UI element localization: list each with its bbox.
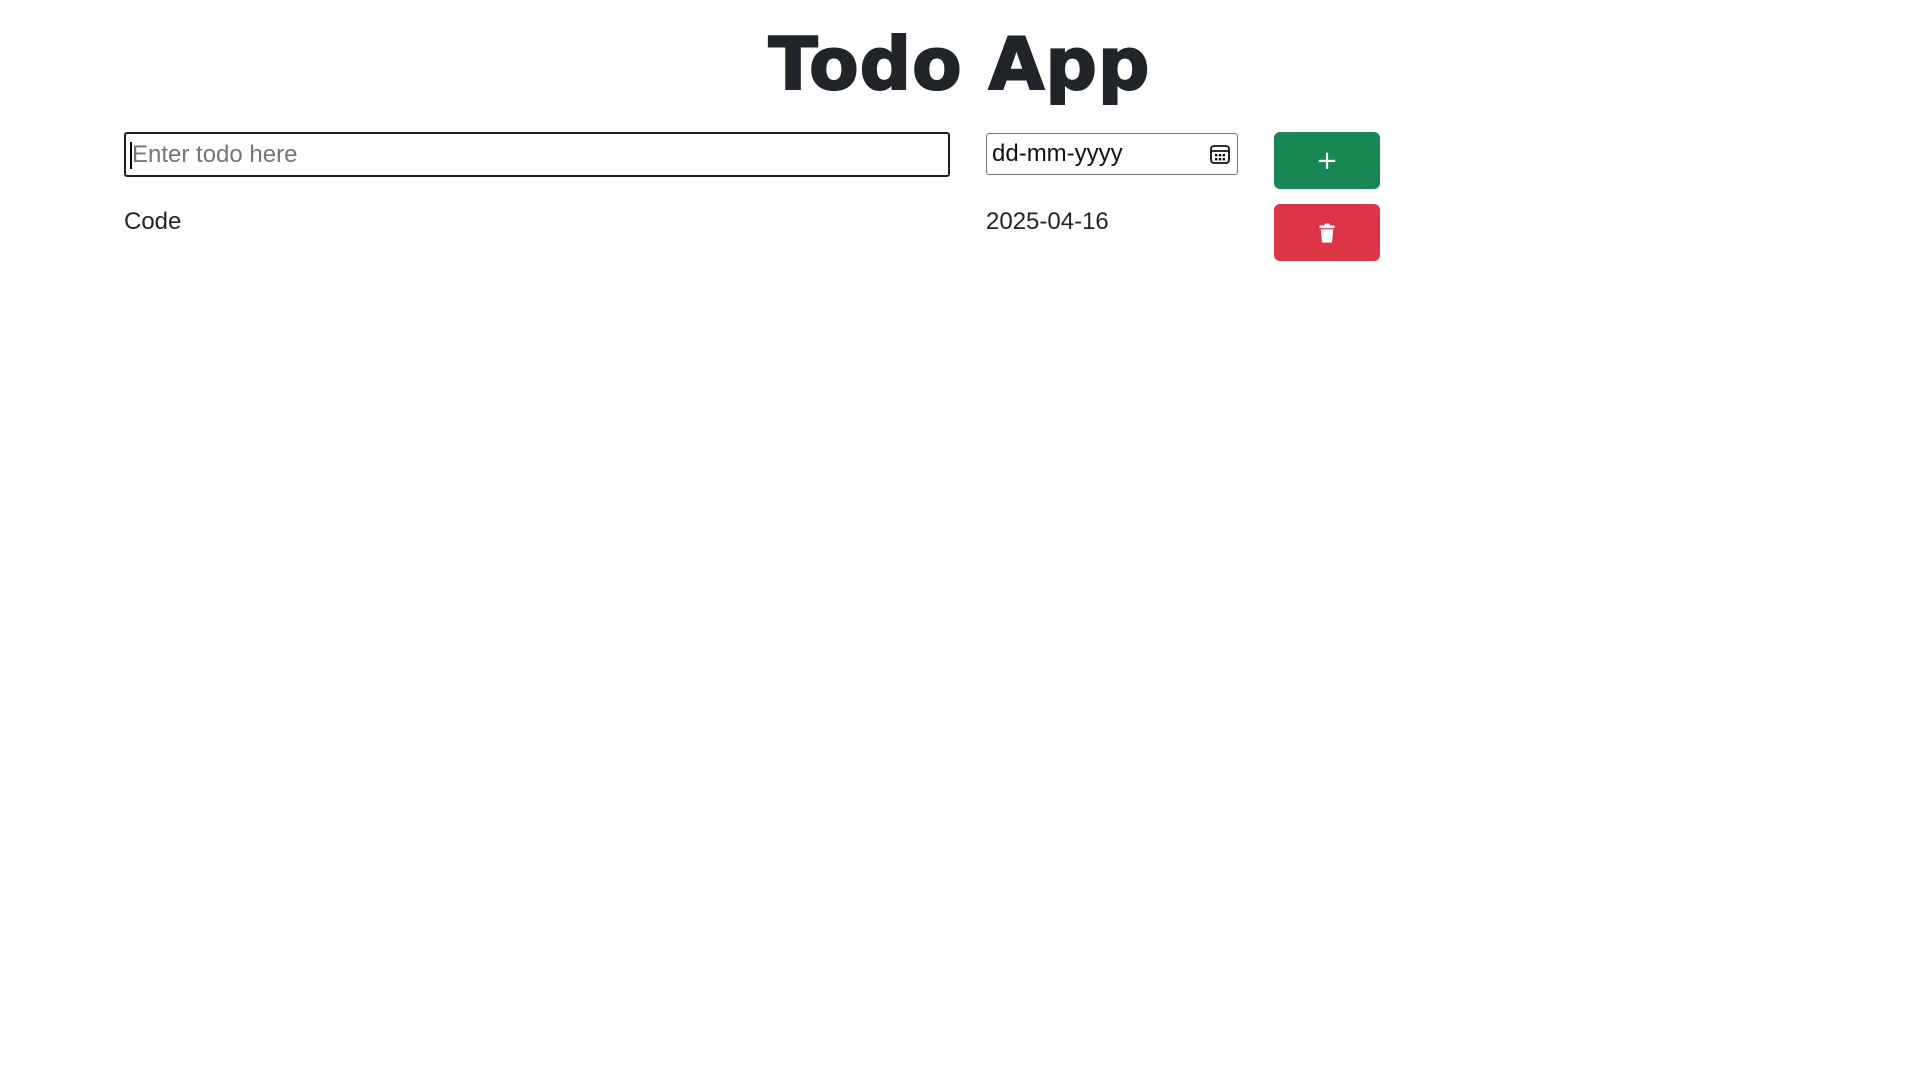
todo-input[interactable]: [124, 132, 950, 177]
todo-name: Code: [124, 208, 182, 235]
calendar-icon[interactable]: [1209, 143, 1231, 165]
todo-app: Todo App dd-mm-yyyy + Code 2025-04-16: [0, 0, 1919, 1079]
todo-date: 2025-04-16: [986, 208, 1109, 235]
date-input[interactable]: dd-mm-yyyy: [986, 133, 1238, 175]
delete-todo-button[interactable]: [1274, 204, 1380, 261]
trash-icon: [1319, 223, 1335, 243]
add-button-label: +: [1316, 145, 1338, 176]
text-caret: [130, 142, 132, 169]
page-title: Todo App: [768, 21, 1151, 107]
date-input-placeholder: dd-mm-yyyy: [992, 140, 1123, 167]
add-todo-button[interactable]: +: [1274, 132, 1380, 189]
